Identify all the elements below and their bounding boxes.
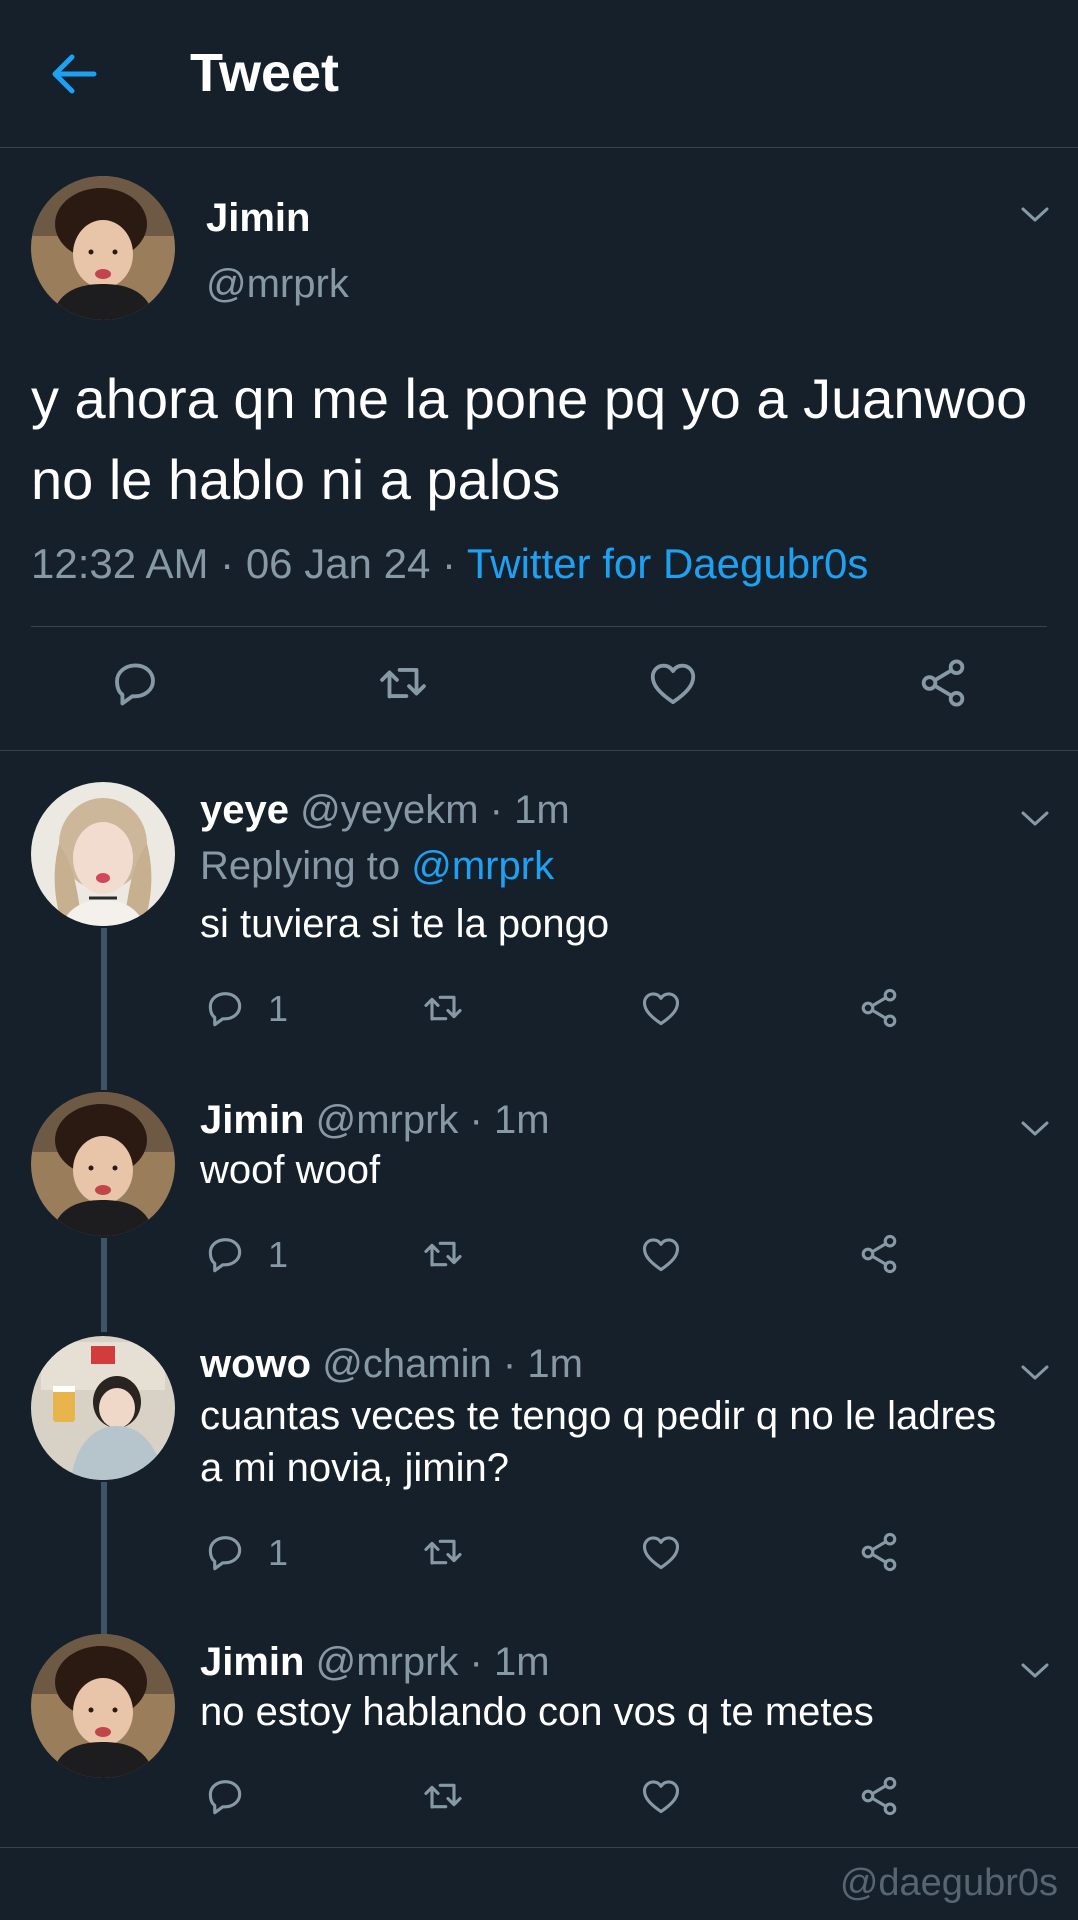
main-tweet: Jimin @mrprk y ahora qn me la pone pq yo… [0, 148, 1078, 751]
reply-tweet[interactable]: yeye @yeyekm · 1m Replying to @mrprk si … [0, 782, 1078, 1032]
author-name[interactable]: Jimin [200, 1640, 304, 1684]
reply-actions [0, 1774, 1078, 1824]
retweet-icon[interactable] [421, 1232, 465, 1276]
divider [31, 626, 1047, 627]
author-handle[interactable]: @mrprk [316, 1640, 459, 1684]
reply-actions: 1 [0, 1530, 1078, 1580]
heart-icon[interactable] [639, 1530, 683, 1574]
chevron-down-icon[interactable] [1020, 1662, 1050, 1680]
reply-tweet[interactable]: Jimin @mrprk · 1m no estoy hablando con … [0, 1634, 1078, 1834]
tweet-date: 06 Jan 24 [245, 540, 431, 587]
comment-icon[interactable] [203, 986, 247, 1030]
share-icon[interactable] [857, 1774, 901, 1818]
chevron-down-icon[interactable] [1020, 810, 1050, 828]
watermark: @daegubr0s [839, 1862, 1058, 1904]
heart-icon[interactable] [646, 656, 700, 710]
chevron-down-icon[interactable] [1020, 1120, 1050, 1138]
reply-time: 1m [514, 788, 570, 832]
reply-time: 1m [494, 1640, 550, 1684]
reply-actions: 1 [0, 1232, 1078, 1282]
reply-text-line-2: a mi novia, jimin? [200, 1446, 510, 1490]
heart-icon[interactable] [639, 1774, 683, 1818]
separator-dot: · [469, 1098, 483, 1142]
author-handle[interactable]: @mrprk [206, 262, 349, 307]
author-handle[interactable]: @mrprk [316, 1098, 459, 1142]
reply-actions: 1 [0, 986, 1078, 1036]
author-name[interactable]: Jimin [200, 1098, 304, 1142]
divider [0, 1847, 1078, 1848]
back-arrow-icon[interactable] [46, 48, 102, 100]
author-name[interactable]: Jimin [206, 196, 310, 241]
chevron-down-icon[interactable] [1020, 1364, 1050, 1382]
top-bar: Tweet [0, 0, 1078, 148]
reply-header: wowo @chamin · 1m [200, 1342, 583, 1387]
tweet-time: 12:32 AM [31, 540, 209, 587]
author-name[interactable]: yeye [200, 788, 289, 832]
retweet-icon[interactable] [376, 656, 430, 710]
avatar[interactable] [31, 176, 175, 320]
share-icon[interactable] [857, 1232, 901, 1276]
reply-count: 1 [268, 1234, 289, 1275]
reply-time: 1m [527, 1342, 583, 1386]
reply-count: 1 [268, 988, 289, 1029]
retweet-icon[interactable] [421, 1774, 465, 1818]
share-icon[interactable] [857, 1530, 901, 1574]
reply-header: yeye @yeyekm · 1m [200, 788, 570, 833]
share-icon[interactable] [916, 656, 970, 710]
heart-icon[interactable] [639, 986, 683, 1030]
reply-tweet[interactable]: wowo @chamin · 1m cuantas veces te tengo… [0, 1336, 1078, 1586]
page-title: Tweet [190, 43, 340, 103]
reply-text: woof woof [200, 1148, 381, 1192]
author-name[interactable]: wowo [200, 1342, 311, 1386]
author-handle[interactable]: @chamin [322, 1342, 492, 1386]
reply-text: si tuviera si te la pongo [200, 902, 610, 946]
comment-icon[interactable] [108, 656, 162, 710]
separator-dot: · [502, 1342, 517, 1386]
share-icon[interactable] [857, 986, 901, 1030]
avatar[interactable] [31, 1336, 175, 1480]
reply-tweet[interactable]: Jimin @mrprk · 1m woof woof 1 [0, 1092, 1078, 1292]
reply-header: Jimin @mrprk · 1m [200, 1098, 550, 1143]
retweet-icon[interactable] [421, 986, 465, 1030]
separator-dot: · [469, 1640, 483, 1684]
tweet-text: y ahora qn me la pone pq yo a Juanwoo no… [31, 367, 1028, 511]
reply-header: Jimin @mrprk · 1m [200, 1640, 550, 1685]
reply-text: no estoy hablando con vos q te metes [200, 1690, 874, 1734]
reply-count: 1 [268, 1532, 289, 1573]
tweet-source[interactable]: Twitter for Daegubr0s [467, 540, 869, 587]
avatar[interactable] [31, 782, 175, 926]
tweet-meta: 12:32 AM · 06 Jan 24 · Twitter for Daegu… [31, 540, 868, 588]
replying-to-label: Replying to [200, 844, 401, 888]
reply-text-line-1: cuantas veces te tengo q pedir q no le l… [200, 1394, 997, 1438]
avatar[interactable] [31, 1634, 175, 1778]
separator-dot: · [489, 788, 503, 832]
replying-to-handle[interactable]: @mrprk [411, 844, 554, 888]
comment-icon[interactable] [203, 1774, 247, 1818]
retweet-icon[interactable] [421, 1530, 465, 1574]
reply-time: 1m [494, 1098, 550, 1142]
separator-dot: · [220, 540, 235, 587]
comment-icon[interactable] [203, 1232, 247, 1276]
comment-icon[interactable] [203, 1530, 247, 1574]
author-handle[interactable]: @yeyekm [300, 788, 478, 832]
heart-icon[interactable] [639, 1232, 683, 1276]
separator-dot: · [441, 540, 456, 587]
avatar[interactable] [31, 1092, 175, 1236]
chevron-down-icon[interactable] [1020, 206, 1050, 224]
replying-to: Replying to @mrprk [200, 844, 554, 889]
